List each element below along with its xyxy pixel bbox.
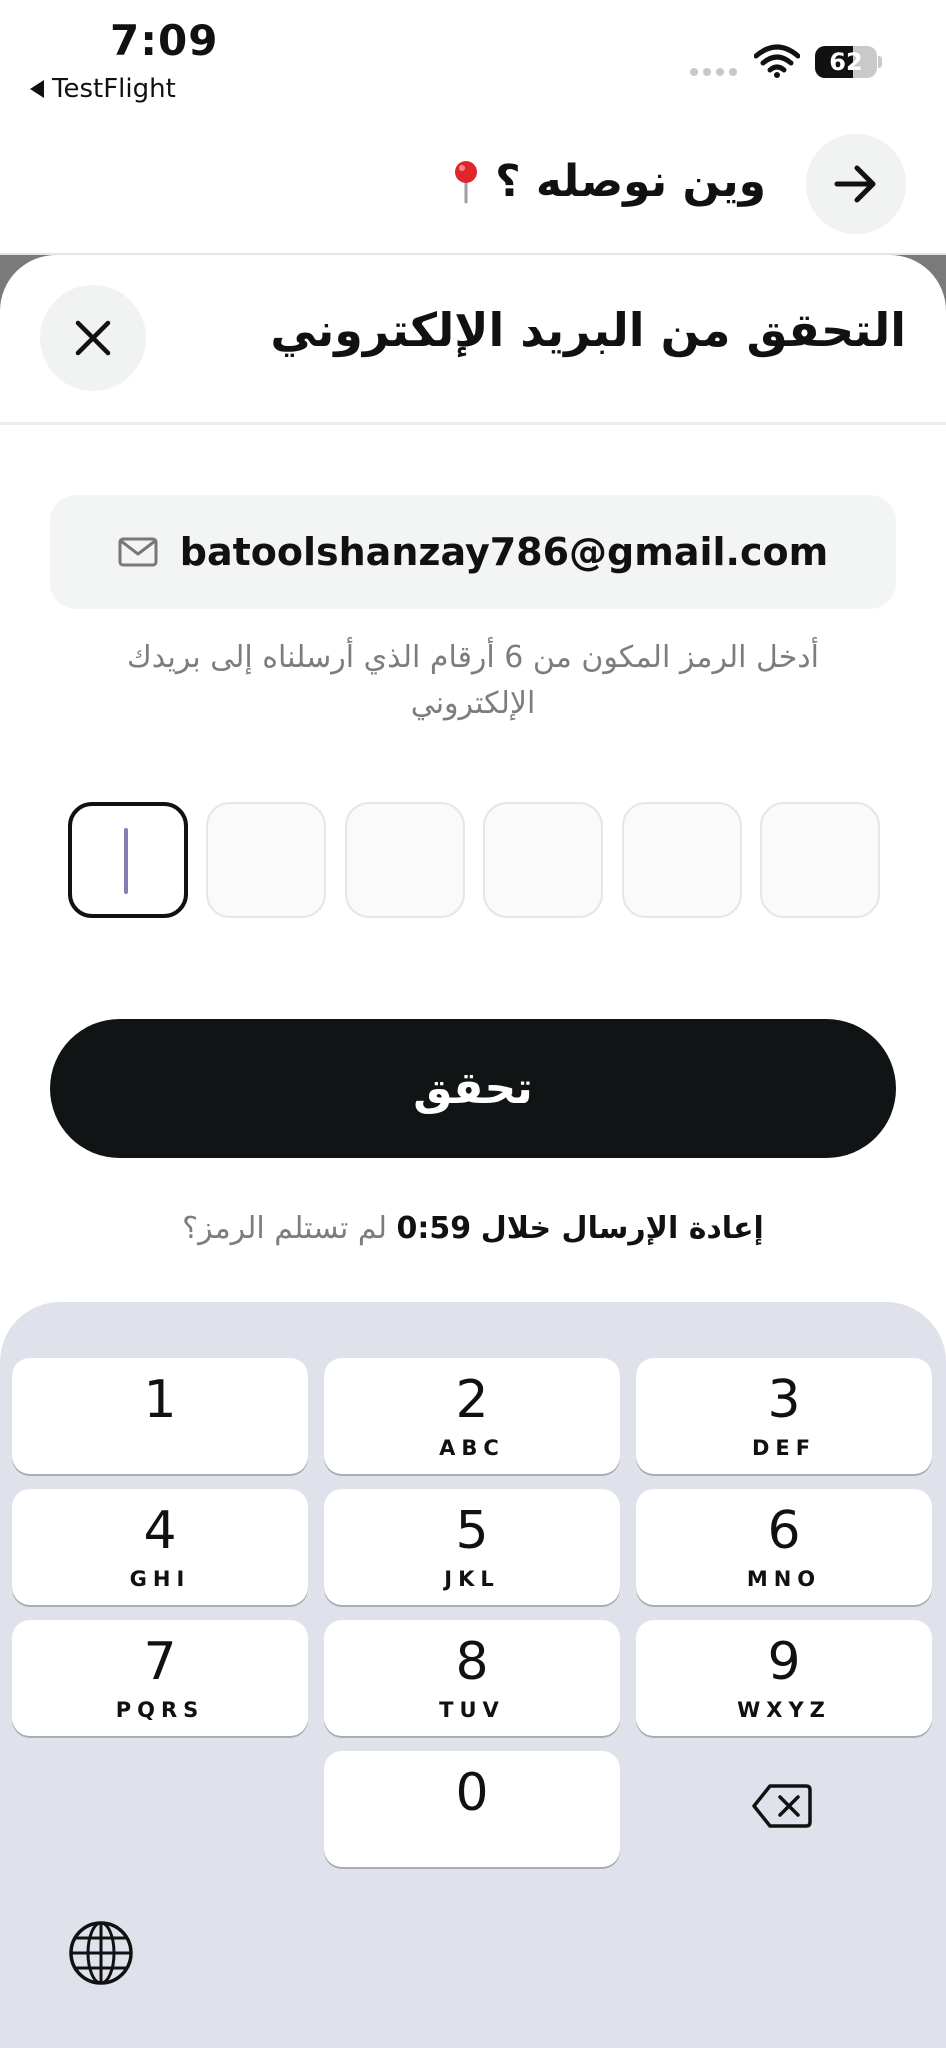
- pin-icon: [455, 160, 478, 203]
- key-digit: 9: [767, 1632, 801, 1692]
- otp-digit-4[interactable]: [483, 802, 604, 918]
- key-1[interactable]: 1: [12, 1358, 308, 1474]
- key-letters: DEF: [751, 1436, 817, 1460]
- page-header: وين نوصله ؟: [0, 120, 946, 255]
- key-letters: ABC: [439, 1436, 505, 1460]
- otp-digit-6[interactable]: [759, 802, 880, 918]
- close-button[interactable]: [40, 285, 146, 391]
- key-digit: 4: [143, 1501, 177, 1561]
- key-digit: 0: [455, 1763, 489, 1823]
- back-triangle-icon: [30, 80, 44, 98]
- email-display: batoolshanzay786@gmail.com: [50, 495, 896, 609]
- key-8[interactable]: 8 TUV: [324, 1620, 620, 1736]
- resend-link[interactable]: إعادة الإرسال خلال: [481, 1211, 764, 1246]
- resend-timer: 0:59: [396, 1211, 472, 1246]
- page-title-text: وين نوصله ؟: [495, 156, 766, 207]
- status-bar: 7:09 TestFlight 62: [0, 0, 946, 120]
- arrow-right-icon: [834, 165, 876, 203]
- resend-row: إعادة الإرسال خلال 0:59 لم تستلم الرمز؟: [0, 1211, 946, 1246]
- key-4[interactable]: 4 GHI: [12, 1489, 308, 1605]
- key-7[interactable]: 7 PQRS: [12, 1620, 308, 1736]
- sheet-divider: [0, 422, 946, 425]
- text-cursor: [124, 828, 128, 894]
- key-digit: 8: [455, 1632, 489, 1692]
- battery-percent: 62: [829, 48, 863, 76]
- sheet-title: التحقق من البريد الإلكتروني: [270, 303, 906, 357]
- back-to-testflight[interactable]: TestFlight: [30, 74, 176, 104]
- key-3[interactable]: 3 DEF: [636, 1358, 932, 1474]
- close-icon: [75, 320, 111, 356]
- verify-button[interactable]: تحقق: [50, 1019, 896, 1158]
- email-text: batoolshanzay786@gmail.com: [179, 530, 829, 574]
- key-letters: TUV: [439, 1698, 505, 1722]
- otp-digit-5[interactable]: [621, 802, 742, 918]
- otp-input-row: [68, 802, 880, 918]
- instruction-text: أدخل الرمز المكون من 6 أرقام الذي أرسلنا…: [127, 640, 819, 721]
- globe-icon[interactable]: [68, 1920, 134, 1986]
- battery-nub: [878, 56, 882, 68]
- key-letters: PQRS: [115, 1698, 205, 1722]
- wifi-icon: [754, 44, 800, 78]
- key-letters: MNO: [746, 1567, 822, 1591]
- key-digit: 2: [455, 1370, 489, 1430]
- key-6[interactable]: 6 MNO: [636, 1489, 932, 1605]
- key-2[interactable]: 2 ABC: [324, 1358, 620, 1474]
- key-letters: WXYZ: [737, 1698, 831, 1722]
- numeric-keyboard: 1 2 ABC 3 DEF 4 GHI 5 JKL 6 MNO 7 PQRS 8…: [0, 1302, 946, 2048]
- key-digit: 3: [767, 1370, 801, 1430]
- key-5[interactable]: 5 JKL: [324, 1489, 620, 1605]
- mail-icon: [118, 537, 158, 567]
- key-letters: JKL: [444, 1567, 500, 1591]
- otp-digit-2[interactable]: [206, 802, 327, 918]
- key-letters: GHI: [129, 1567, 191, 1591]
- key-9[interactable]: 9 WXYZ: [636, 1620, 932, 1736]
- key-digit: 7: [143, 1632, 177, 1692]
- status-time: 7:09: [110, 16, 219, 65]
- key-digit: 1: [143, 1370, 177, 1430]
- key-0[interactable]: 0: [324, 1751, 620, 1867]
- key-digit: 5: [455, 1501, 489, 1561]
- key-digit: 6: [767, 1501, 801, 1561]
- resend-question: لم تستلم الرمز؟: [182, 1211, 387, 1246]
- backspace-icon[interactable]: [752, 1782, 812, 1830]
- back-app-label: TestFlight: [52, 74, 176, 104]
- cellular-signal-icon: [690, 68, 737, 76]
- page-title: وين نوصله ؟: [451, 156, 766, 207]
- otp-digit-3[interactable]: [344, 802, 465, 918]
- forward-button[interactable]: [806, 134, 906, 234]
- otp-digit-1[interactable]: [68, 802, 188, 918]
- battery-icon: 62: [815, 46, 877, 78]
